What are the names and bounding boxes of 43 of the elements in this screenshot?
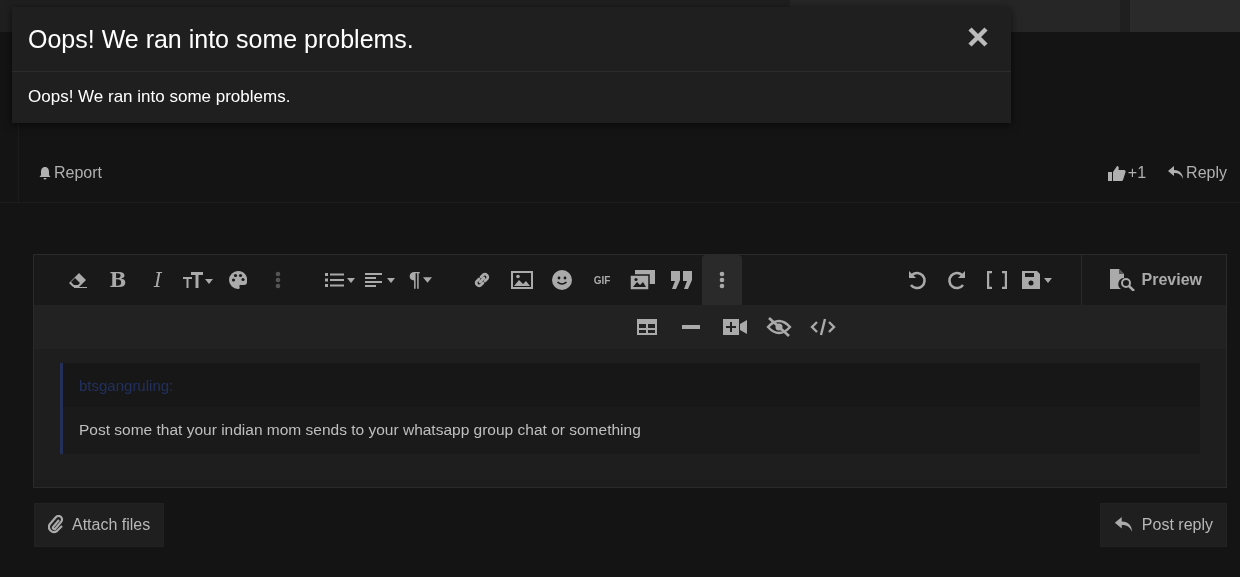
code-icon [810, 318, 836, 336]
reply-arrow-icon [1168, 166, 1185, 180]
palette-icon [229, 271, 247, 289]
attach-files-button[interactable]: Attach files [34, 503, 165, 547]
brackets-icon [986, 271, 1007, 289]
quote-text: Post some that your indian mom sends to your whatsapp group chat or something [79, 421, 641, 438]
eye-slash-icon [766, 317, 792, 337]
table-icon [637, 319, 657, 335]
quote-icon [671, 271, 693, 289]
smiley-icon [552, 270, 572, 290]
image-icon [511, 271, 533, 289]
images-icon [629, 270, 655, 290]
text-size-icon [183, 272, 213, 288]
more-options-button[interactable] [702, 255, 742, 305]
reply-link[interactable]: Reply [1168, 164, 1227, 182]
bell-icon [38, 166, 52, 180]
document-search-icon [1109, 269, 1136, 291]
list-icon [325, 272, 355, 288]
post-reply-button[interactable]: Post reply [1099, 503, 1227, 547]
gif-button[interactable]: GIF [582, 259, 622, 301]
floppy-disk-icon [1021, 271, 1054, 289]
caret-icon [422, 277, 432, 283]
paperclip-icon [48, 515, 64, 535]
vertical-dots-icon [719, 271, 725, 289]
quote-author: btsgangruling: [79, 377, 174, 394]
italic-button[interactable]: I [138, 259, 178, 301]
minus-icon [682, 325, 700, 329]
align-left-icon [365, 272, 395, 288]
video-plus-icon [723, 319, 747, 335]
like-button[interactable]: +1 [1107, 164, 1147, 182]
bold-button[interactable]: B [98, 259, 138, 301]
close-icon [967, 26, 989, 48]
dialog-message: Oops! We ran into some problems. [28, 87, 291, 106]
link-icon [472, 270, 492, 290]
vertical-dots-icon [275, 271, 281, 289]
eraser-icon [68, 272, 88, 288]
paragraph-button[interactable]: ¶ [400, 259, 440, 301]
thumbs-up-icon [1107, 165, 1126, 181]
redo-icon [946, 270, 967, 290]
dialog-title: Oops! We ran into some problems. [28, 24, 414, 54]
reply-arrow-icon [1113, 517, 1134, 533]
report-link[interactable]: Report [38, 164, 103, 182]
undo-icon [906, 270, 927, 290]
